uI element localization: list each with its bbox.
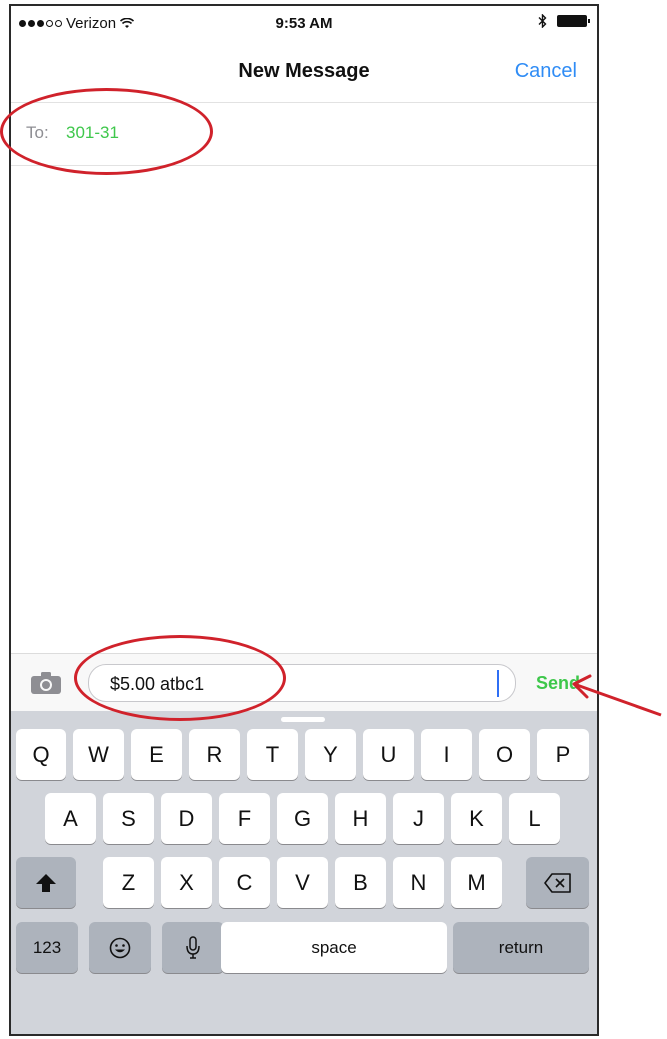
annotation-circle-message [74,635,286,721]
battery-icon [557,15,590,27]
microphone-key[interactable] [162,922,224,973]
key-n[interactable]: N [393,857,444,908]
key-p[interactable]: P [537,729,589,780]
bluetooth-icon [538,14,547,28]
key-b[interactable]: B [335,857,386,908]
key-c[interactable]: C [219,857,270,908]
key-d[interactable]: D [161,793,212,844]
annotation-circle-recipient [0,88,213,175]
numbers-key[interactable]: 123 [16,922,78,973]
key-o[interactable]: O [479,729,530,780]
key-x[interactable]: X [161,857,212,908]
key-v[interactable]: V [277,857,328,908]
cancel-button[interactable]: Cancel [515,60,577,83]
microphone-icon [186,935,200,959]
key-y[interactable]: Y [305,729,356,780]
key-f[interactable]: F [219,793,270,844]
key-j[interactable]: J [393,793,444,844]
backspace-icon [543,872,571,893]
status-time: 9:53 AM [275,15,333,32]
key-r[interactable]: R [189,729,240,780]
shift-key[interactable] [16,857,76,908]
key-s[interactable]: S [103,793,154,844]
key-i[interactable]: I [421,729,472,780]
key-m[interactable]: M [451,857,502,908]
key-a[interactable]: A [45,793,96,844]
key-q[interactable]: Q [16,729,66,780]
text-cursor [497,670,499,697]
key-l[interactable]: L [509,793,560,844]
space-key[interactable]: space [221,922,447,973]
key-t[interactable]: T [247,729,298,780]
status-bar: Verizon 9:53 AM [11,6,597,44]
return-key[interactable]: return [453,922,589,973]
key-z[interactable]: Z [103,857,154,908]
keyboard: Q W E R T Y U I O P A S D F G H J K L Z … [11,711,597,1034]
shift-icon [36,873,56,892]
status-right [538,14,590,28]
delete-key[interactable] [526,857,589,908]
annotation-arrow-icon [572,674,662,717]
key-h[interactable]: H [335,793,386,844]
emoji-key[interactable] [89,922,151,973]
key-k[interactable]: K [451,793,502,844]
key-g[interactable]: G [277,793,328,844]
key-e[interactable]: E [131,729,182,780]
page-title: New Message [238,60,370,82]
emoji-icon [109,937,131,958]
key-w[interactable]: W [73,729,124,780]
camera-icon[interactable] [31,672,61,694]
keyboard-handle[interactable] [281,717,325,722]
key-u[interactable]: U [363,729,414,780]
